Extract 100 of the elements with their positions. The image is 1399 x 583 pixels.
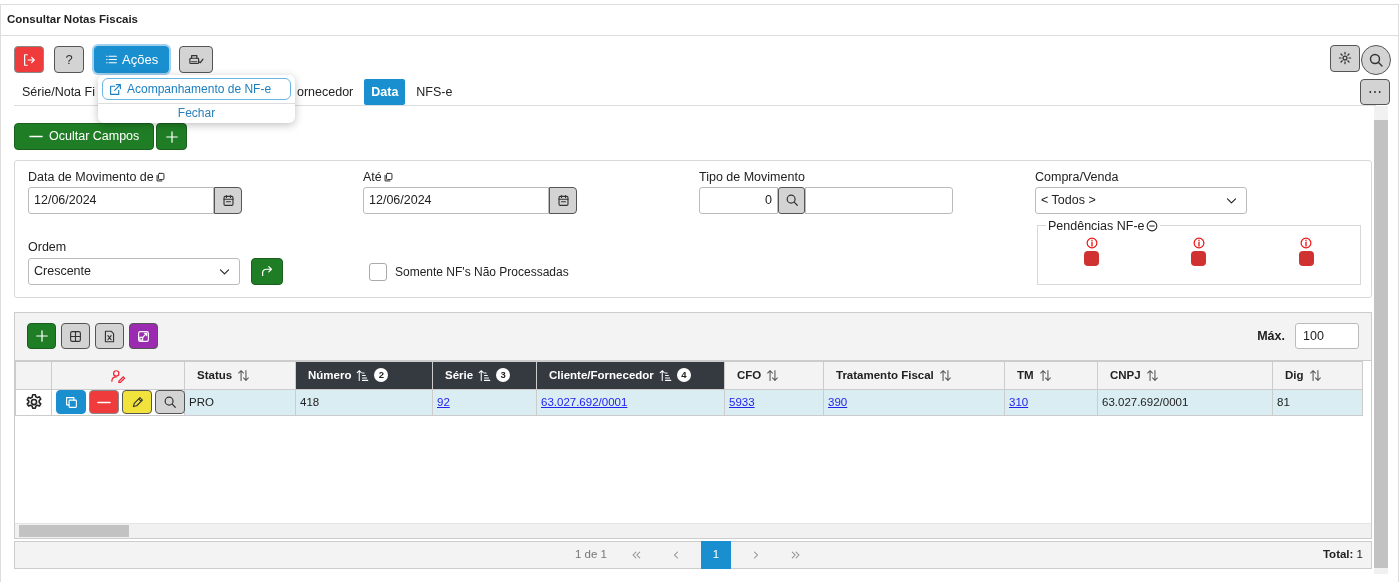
search-icon [1368,51,1384,68]
column-header[interactable]: Tratamento Fiscal [823,361,1005,390]
column-header[interactable]: Série 3 [432,361,537,390]
copy-icon [64,395,78,409]
expand-icon [137,329,150,343]
page-summary: 1 de 1 [575,547,607,563]
search-icon [163,395,177,410]
field-label: Até [363,169,382,186]
search-icon [784,193,799,208]
field-label: Data de Movimento de [28,169,154,186]
cell-link[interactable]: 390 [828,395,848,408]
panel-legend: Pendências NF-e [1048,218,1145,233]
date-field[interactable]: 12/06/2024 [28,186,214,214]
window-title: Consultar Notas Fiscais [7,12,138,28]
max-field[interactable]: 100 [1295,323,1359,350]
checkbox-label: Somente NF's Não Processadas [395,263,569,281]
export-button[interactable] [95,323,124,350]
add-button[interactable] [156,123,188,150]
tab[interactable]: NFS-e [409,78,460,106]
settings-button[interactable] [1330,44,1360,72]
settings-icon [24,393,43,412]
cell-link[interactable]: 310 [1009,395,1029,408]
spreadsheet-file-icon [103,329,116,343]
duplicate-button[interactable] [56,390,86,415]
cell-link[interactable]: 92 [437,395,450,408]
table-cell: 418 [295,389,433,416]
column-header[interactable]: Dig [1272,361,1363,390]
add-button[interactable] [27,323,56,350]
vertical-scrollbar[interactable] [1374,106,1388,574]
search-button[interactable] [778,186,805,214]
purchase-sale-select[interactable]: < Todos > [1035,186,1247,214]
plus-icon [34,329,49,344]
view-button[interactable] [155,390,185,415]
exit-button[interactable] [14,46,44,73]
sort-icon [938,368,952,382]
order-select[interactable]: Crescente [28,257,240,285]
table-cell: PRO [184,389,296,416]
forward-arrow-icon [260,264,274,279]
info-icon [1085,236,1098,249]
table-cell: 63.027.692/0001 [1097,389,1273,416]
sort-ascending-icon [356,368,370,382]
tab[interactable]: Série/Nota Fi [15,78,102,106]
calendar-icon [221,193,235,207]
description-field[interactable] [805,186,953,214]
table-icon [69,329,82,343]
double-chevron-left-icon [630,548,642,561]
calendar-icon [556,193,570,207]
calendar-button[interactable] [549,186,577,214]
apply-button[interactable] [251,257,283,285]
column-header[interactable]: Cliente/Fornecedor 4 [536,361,725,390]
sort-icon [766,368,780,382]
column-header[interactable]: Número 2 [295,361,433,390]
menu-item[interactable]: Acompanhamento de NF-e [102,78,291,100]
columns-button[interactable] [61,323,90,350]
settings-icon [1338,51,1352,65]
field-label: Tipo de Movimento [699,169,805,186]
column-header[interactable]: TM [1004,361,1098,390]
exit-icon [22,52,36,67]
close-menu-button[interactable]: Fechar [171,106,222,120]
table-cell: 81 [1272,389,1363,416]
checkbox[interactable] [369,262,387,281]
minus-icon [29,135,43,138]
column-header[interactable]: CNPJ [1097,361,1273,390]
list-icon [105,53,118,66]
sort-icon [1145,368,1159,382]
total-value: 1 [1356,548,1363,561]
sort-icon [1308,368,1322,382]
external-link-icon [109,82,122,96]
copy-icon [382,171,394,183]
print-button[interactable] [179,46,214,73]
copy-icon [154,171,166,183]
date-field[interactable]: 12/06/2024 [363,186,549,214]
max-label: Máx. [1257,327,1285,345]
calendar-button[interactable] [214,186,242,214]
sort-icon [237,368,251,382]
minus-circle-icon [1145,219,1158,232]
column-header[interactable]: CFO [724,361,824,390]
actions-button[interactable]: Ações [94,46,170,73]
printer-icon [186,52,207,67]
sort-ascending-icon [478,368,492,382]
tab[interactable]: ornecedor [289,78,361,106]
code-field[interactable]: 0 [699,186,778,214]
delete-button[interactable] [89,390,119,415]
sort-ascending-icon [658,368,672,382]
field-label: Ordem [28,239,67,256]
field-label: Compra/Venda [1035,169,1119,186]
tab[interactable]: Data [364,78,406,106]
user-edit-icon [110,368,126,383]
page-button[interactable]: 1 [701,540,731,569]
edit-button[interactable] [122,390,152,415]
cell-link[interactable]: 5933 [729,395,755,408]
info-icon [1193,236,1205,249]
more-button[interactable]: ⋯ [1360,79,1390,105]
hide-fields-button[interactable]: Ocultar Campos [14,123,155,150]
search-button[interactable] [1361,44,1391,75]
expand-button[interactable] [129,323,158,350]
column-header[interactable]: Status [184,361,296,390]
help-button[interactable]: ? [54,46,84,73]
info-icon [1300,236,1313,249]
total-label: Total: [1322,548,1354,561]
